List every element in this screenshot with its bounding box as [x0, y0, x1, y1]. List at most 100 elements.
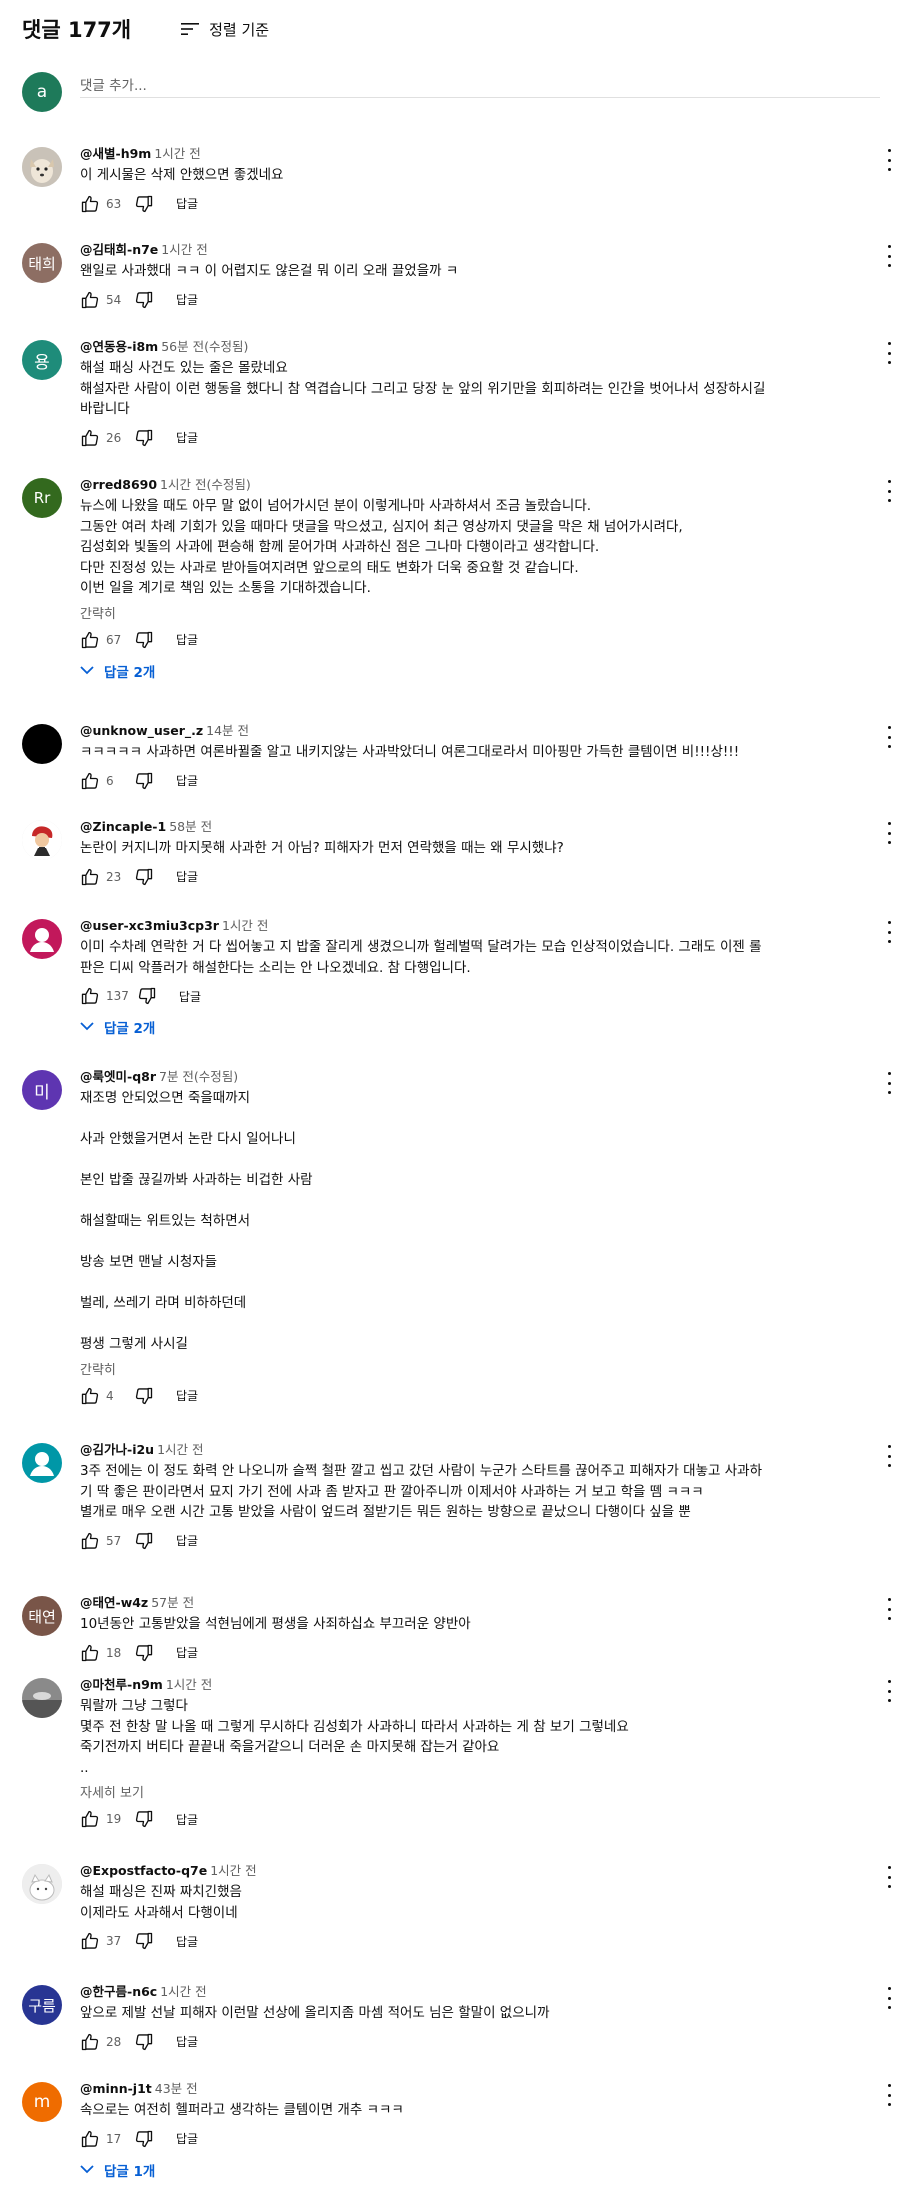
comment-timestamp[interactable]: 1시간 전: [222, 918, 268, 933]
like-icon[interactable]: [80, 1931, 100, 1951]
like-icon[interactable]: [80, 2032, 100, 2052]
like-icon[interactable]: [80, 986, 100, 1006]
reply-button[interactable]: 답글: [176, 772, 198, 789]
commenter-avatar[interactable]: 태연: [22, 1596, 62, 1636]
more-actions-icon[interactable]: [886, 1680, 892, 1702]
dislike-icon[interactable]: [134, 1531, 154, 1551]
comment-timestamp[interactable]: 43분 전: [155, 2081, 198, 2096]
commenter-avatar[interactable]: 미: [22, 1070, 62, 1110]
commenter-handle[interactable]: @룩엣미-q8r: [80, 1069, 156, 1084]
comment-timestamp[interactable]: 56분 전(수정됨): [161, 339, 248, 354]
reply-button[interactable]: 답글: [176, 2130, 198, 2147]
reply-button[interactable]: 답글: [176, 1387, 198, 1404]
commenter-handle[interactable]: @unknow_user_.z: [80, 723, 203, 738]
comment-timestamp[interactable]: 58분 전: [169, 819, 212, 834]
more-actions-icon[interactable]: [886, 2084, 892, 2106]
like-icon[interactable]: [80, 428, 100, 448]
dislike-icon[interactable]: [134, 1931, 154, 1951]
dislike-icon[interactable]: [134, 2032, 154, 2052]
commenter-handle[interactable]: @Expostfacto-q7e: [80, 1863, 207, 1878]
reply-button[interactable]: 답글: [176, 1811, 198, 1828]
gray-photo-avatar[interactable]: [22, 1678, 62, 1718]
reply-button[interactable]: 답글: [179, 988, 201, 1005]
dislike-icon[interactable]: [134, 290, 154, 310]
dislike-icon[interactable]: [134, 1386, 154, 1406]
view-replies-button[interactable]: 답글 2개: [80, 661, 870, 681]
reply-button[interactable]: 답글: [176, 429, 198, 446]
more-actions-icon[interactable]: [886, 245, 892, 267]
commenter-handle[interactable]: @user-xc3miu3cp3r: [80, 918, 219, 933]
reply-button[interactable]: 답글: [176, 868, 198, 885]
commenter-handle[interactable]: @rred8690: [80, 477, 157, 492]
dislike-icon[interactable]: [134, 2129, 154, 2149]
commenter-handle[interactable]: @minn-j1t: [80, 2081, 152, 2096]
like-icon[interactable]: [80, 630, 100, 650]
view-replies-button[interactable]: 답글 1개: [80, 2160, 870, 2180]
commenter-handle[interactable]: @Zincaple-1: [80, 819, 166, 834]
like-icon[interactable]: [80, 2129, 100, 2149]
like-icon[interactable]: [80, 1386, 100, 1406]
more-actions-icon[interactable]: [886, 1598, 892, 1620]
reply-button[interactable]: 답글: [176, 291, 198, 308]
show-less-button[interactable]: 간략히: [80, 603, 116, 622]
default-person-avatar[interactable]: [22, 1443, 62, 1483]
comment-timestamp[interactable]: 1시간 전: [157, 1442, 203, 1457]
view-replies-button[interactable]: 답글 2개: [80, 1017, 870, 1037]
dog-photo-avatar[interactable]: [22, 147, 62, 187]
like-icon[interactable]: [80, 771, 100, 791]
like-icon[interactable]: [80, 1643, 100, 1663]
more-actions-icon[interactable]: [886, 1445, 892, 1467]
commenter-avatar[interactable]: 용: [22, 340, 62, 380]
reply-button[interactable]: 답글: [176, 1933, 198, 1950]
sort-button[interactable]: 정렬 기준: [181, 19, 269, 40]
comment-timestamp[interactable]: 7분 전(수정됨): [159, 1069, 238, 1084]
dislike-icon[interactable]: [134, 630, 154, 650]
my-avatar[interactable]: a: [22, 72, 62, 112]
like-icon[interactable]: [80, 867, 100, 887]
dislike-icon[interactable]: [134, 867, 154, 887]
dislike-icon[interactable]: [134, 1809, 154, 1829]
commenter-avatar[interactable]: m: [22, 2082, 62, 2122]
comment-timestamp[interactable]: 57분 전: [151, 1595, 194, 1610]
like-icon[interactable]: [80, 1531, 100, 1551]
like-icon[interactable]: [80, 1809, 100, 1829]
dislike-icon[interactable]: [137, 986, 157, 1006]
show-less-button[interactable]: 간략히: [80, 1359, 116, 1378]
commenter-handle[interactable]: @한구름-n6c: [80, 1984, 157, 1999]
comment-timestamp[interactable]: 1시간 전: [154, 146, 200, 161]
reply-button[interactable]: 답글: [176, 2033, 198, 2050]
comment-timestamp[interactable]: 1시간 전: [210, 1863, 256, 1878]
reply-button[interactable]: 답글: [176, 1532, 198, 1549]
commenter-avatar[interactable]: [22, 724, 62, 764]
more-actions-icon[interactable]: [886, 726, 892, 748]
dislike-icon[interactable]: [134, 428, 154, 448]
commenter-handle[interactable]: @연동용-i8m: [80, 339, 158, 354]
dislike-icon[interactable]: [134, 771, 154, 791]
comment-timestamp[interactable]: 1시간 전(수정됨): [160, 477, 251, 492]
cat-photo-avatar[interactable]: [22, 1864, 62, 1904]
commenter-handle[interactable]: @태연-w4z: [80, 1595, 148, 1610]
more-actions-icon[interactable]: [886, 1866, 892, 1888]
more-actions-icon[interactable]: [886, 480, 892, 502]
comment-timestamp[interactable]: 1시간 전: [166, 1677, 212, 1692]
comment-timestamp[interactable]: 1시간 전: [161, 242, 207, 257]
commenter-avatar[interactable]: 구름: [22, 1985, 62, 2025]
read-more-button[interactable]: 자세히 보기: [80, 1782, 144, 1801]
reply-button[interactable]: 답글: [176, 1644, 198, 1661]
default-person-avatar[interactable]: [22, 919, 62, 959]
comment-timestamp[interactable]: 14분 전: [206, 723, 249, 738]
like-icon[interactable]: [80, 194, 100, 214]
more-actions-icon[interactable]: [886, 1987, 892, 2009]
commenter-handle[interactable]: @김가나-i2u: [80, 1442, 154, 1457]
more-actions-icon[interactable]: [886, 1072, 892, 1094]
like-icon[interactable]: [80, 290, 100, 310]
more-actions-icon[interactable]: [886, 342, 892, 364]
commenter-handle[interactable]: @새별-h9m: [80, 146, 151, 161]
commenter-handle[interactable]: @김태희-n7e: [80, 242, 158, 257]
comment-timestamp[interactable]: 1시간 전: [160, 1984, 206, 1999]
reply-button[interactable]: 답글: [176, 631, 198, 648]
add-comment-input[interactable]: 댓글 추가...: [80, 72, 880, 98]
dislike-icon[interactable]: [134, 194, 154, 214]
reply-button[interactable]: 답글: [176, 195, 198, 212]
commenter-handle[interactable]: @마천루-n9m: [80, 1677, 163, 1692]
